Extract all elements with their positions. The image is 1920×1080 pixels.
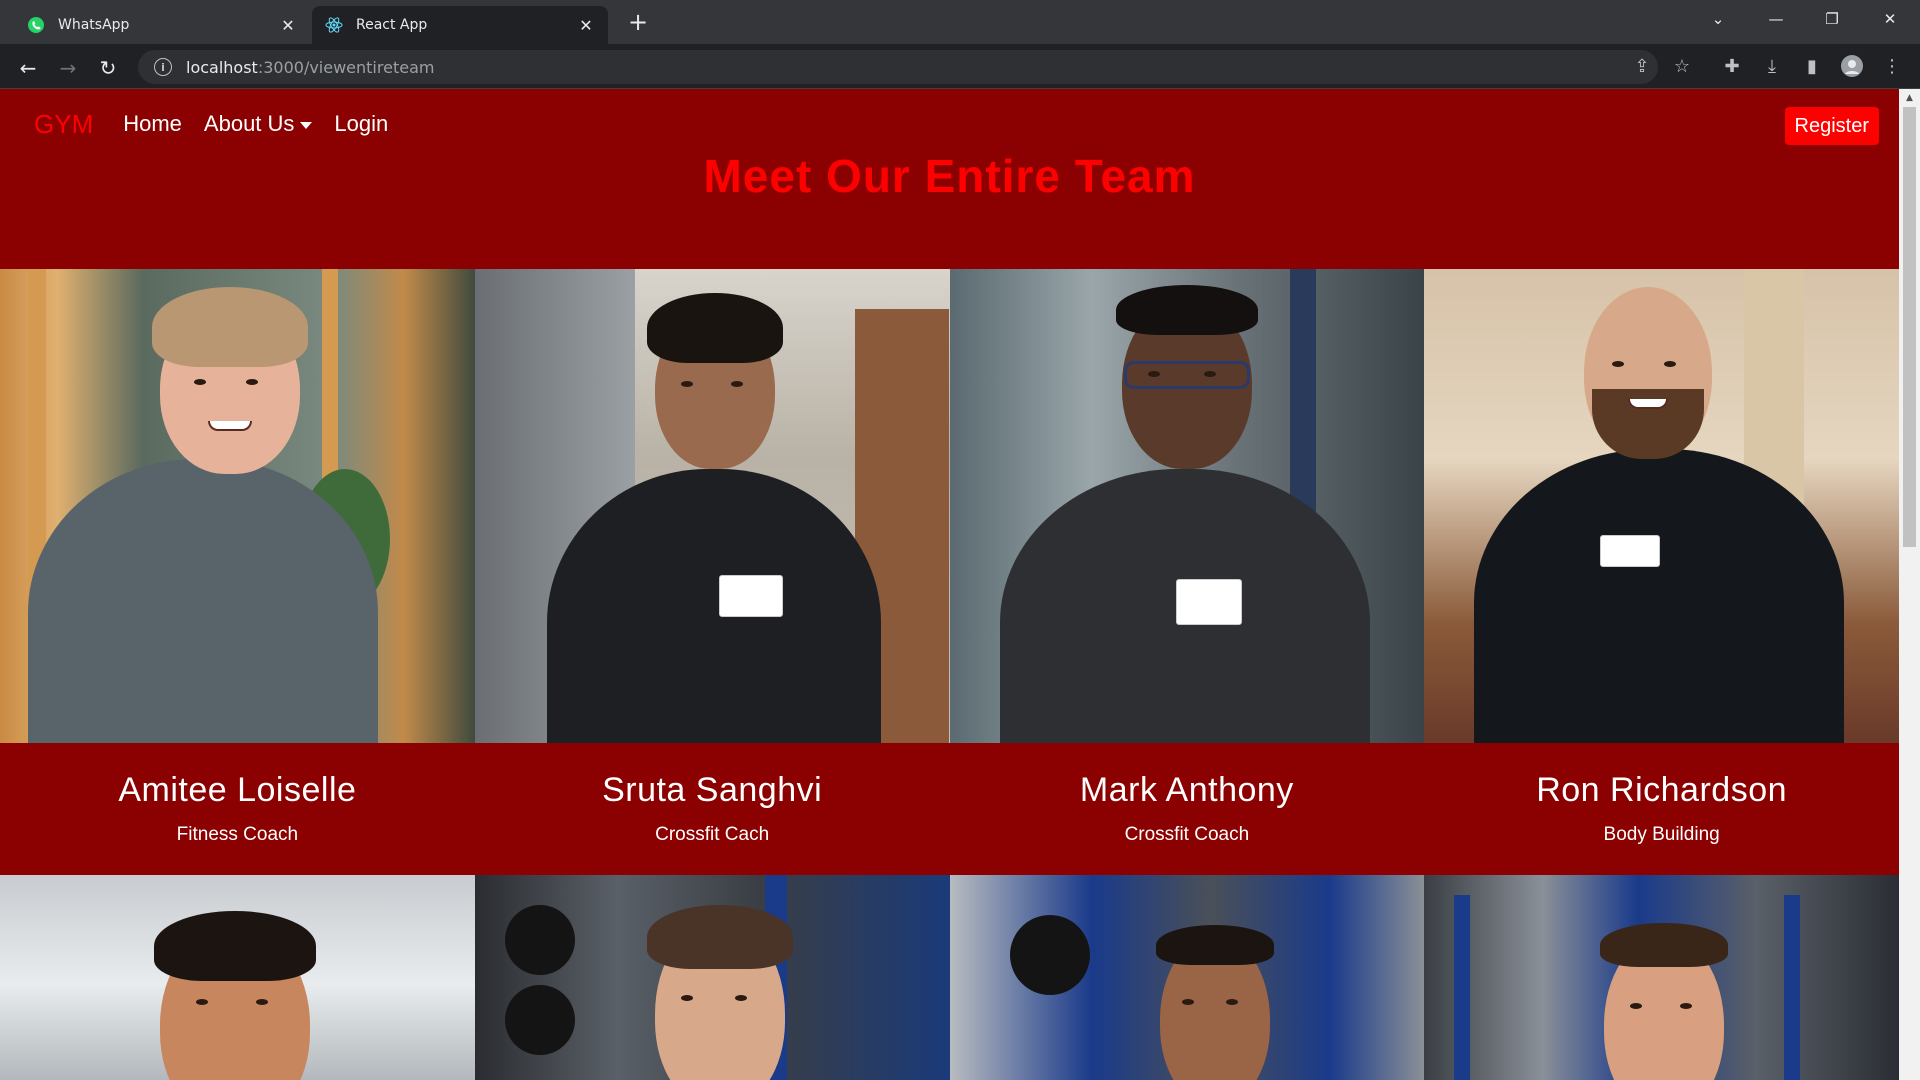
whatsapp-icon <box>26 15 46 35</box>
team-member-photo <box>949 875 1425 1080</box>
member-name: Ron Richardson <box>1536 771 1788 809</box>
register-button[interactable]: Register <box>1784 107 1879 145</box>
new-tab-plus-icon[interactable]: + <box>624 8 652 36</box>
team-card[interactable]: Mark Anthony Crossfit Coach <box>949 269 1425 875</box>
team-member-photo <box>1424 875 1899 1080</box>
member-role: Crossfit Coach <box>1124 824 1250 845</box>
close-icon[interactable]: ✕ <box>278 15 298 35</box>
team-page: GYM Home About Us Login Register Meet Ou… <box>0 89 1899 1080</box>
extensions-puzzle-icon[interactable]: ✚ <box>1718 52 1746 80</box>
tab-search-chevron-down-icon[interactable]: ⌄ <box>1694 0 1742 38</box>
member-role: Body Building <box>1603 824 1720 845</box>
vertical-scrollbar[interactable]: ▲ <box>1899 89 1920 1080</box>
member-role: Fitness Coach <box>176 824 299 845</box>
team-member-photo <box>1424 269 1899 743</box>
team-card[interactable]: Sruta Sanghvi Crossfit Cach <box>474 269 950 875</box>
close-window-icon[interactable]: ✕ <box>1866 0 1914 38</box>
profile-avatar-icon[interactable] <box>1838 52 1866 80</box>
nav-link-home[interactable]: Home <box>123 111 182 137</box>
caret-down-icon <box>300 121 313 129</box>
team-card-caption: Sruta Sanghvi Crossfit Cach <box>474 743 950 875</box>
nav-link-login[interactable]: Login <box>334 111 388 137</box>
nav-dropdown-about-us[interactable]: About Us <box>204 111 313 137</box>
team-card[interactable] <box>1424 875 1899 1080</box>
forward-arrow-icon[interactable]: → <box>52 52 84 84</box>
react-icon <box>324 15 344 35</box>
address-bar[interactable]: i localhost:3000/viewentireteam <box>138 50 1658 84</box>
minimize-icon[interactable]: — <box>1752 0 1800 38</box>
back-arrow-icon[interactable]: ← <box>12 52 44 84</box>
bookmark-star-icon[interactable]: ☆ <box>1668 52 1696 80</box>
team-member-photo <box>0 875 475 1080</box>
team-row-2 <box>0 875 1899 1080</box>
tab-title: React App <box>356 17 428 33</box>
member-name: Sruta Sanghvi <box>602 771 823 809</box>
team-member-photo <box>474 875 950 1080</box>
team-card[interactable] <box>474 875 950 1080</box>
reload-icon[interactable]: ↻ <box>92 52 124 84</box>
team-card[interactable] <box>0 875 475 1080</box>
tab-whatsapp[interactable]: WhatsApp ✕ <box>14 6 310 44</box>
download-icon[interactable]: ⤓ <box>1758 52 1786 80</box>
team-card-caption: Ron Richardson Body Building <box>1424 743 1899 875</box>
share-icon[interactable]: ⇪ <box>1628 52 1656 80</box>
team-card[interactable]: Ron Richardson Body Building <box>1424 269 1899 875</box>
close-icon[interactable]: ✕ <box>576 15 596 35</box>
tab-react-app[interactable]: React App ✕ <box>312 6 608 44</box>
team-row-1: Amitee Loiselle Fitness Coach Sruta Sang… <box>0 269 1899 875</box>
tab-title: WhatsApp <box>58 17 130 33</box>
scrollbar-thumb[interactable] <box>1903 107 1916 547</box>
team-card-caption: Amitee Loiselle Fitness Coach <box>0 743 475 875</box>
team-card[interactable] <box>949 875 1425 1080</box>
team-member-photo <box>0 269 475 743</box>
page-title: Meet Our Entire Team <box>703 150 1196 202</box>
browser-toolbar: ← → ↻ i localhost:3000/viewentireteam ⇪ … <box>0 44 1920 89</box>
scroll-up-arrow-icon[interactable]: ▲ <box>1899 89 1920 106</box>
team-card[interactable]: Amitee Loiselle Fitness Coach <box>0 269 475 875</box>
url-path: :3000/viewentireteam <box>257 57 435 77</box>
restore-icon[interactable]: ❐ <box>1808 0 1856 38</box>
team-member-photo <box>949 269 1425 743</box>
nav-link-about-us-label: About Us <box>203 111 295 136</box>
member-name: Amitee Loiselle <box>118 771 357 809</box>
url-host: localhost <box>186 57 258 77</box>
site-info-icon[interactable]: i <box>154 58 172 76</box>
side-panel-icon[interactable]: ▮ <box>1798 52 1826 80</box>
member-role: Crossfit Cach <box>655 824 770 845</box>
kebab-menu-icon[interactable]: ⋮ <box>1878 52 1906 80</box>
brand-logo[interactable]: GYM <box>34 109 93 140</box>
team-member-photo <box>474 269 950 743</box>
team-card-caption: Mark Anthony Crossfit Coach <box>949 743 1425 875</box>
member-name: Mark Anthony <box>1079 771 1294 809</box>
page-viewport: GYM Home About Us Login Register Meet Ou… <box>0 89 1920 1080</box>
browser-tab-strip: WhatsApp ✕ React App ✕ + ⌄ — ❐ ✕ <box>0 0 1920 44</box>
